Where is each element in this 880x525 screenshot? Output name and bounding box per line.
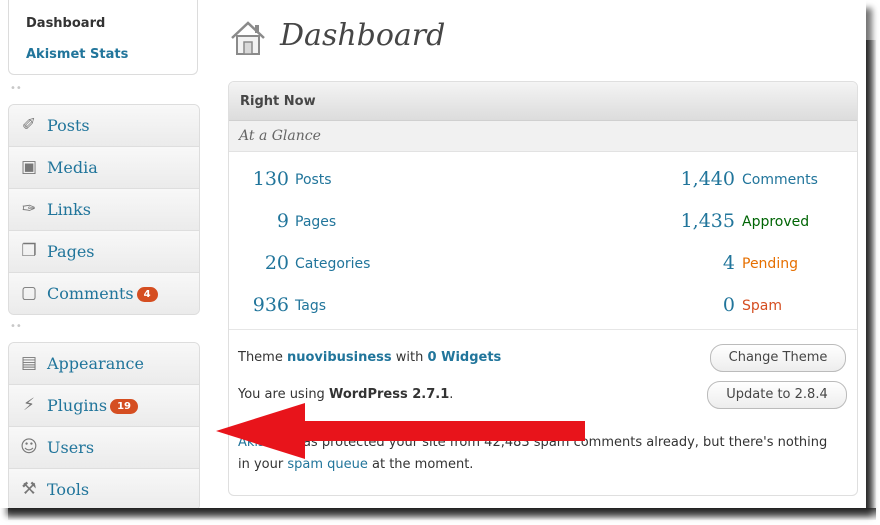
comment-icon: ▢: [20, 283, 38, 303]
submenu-item-dashboard[interactable]: Dashboard: [26, 16, 105, 31]
posts-count[interactable]: 130: [229, 168, 289, 190]
sidebar-item-comments[interactable]: ▢ Comments 4: [9, 273, 199, 314]
submenu-item-akismet-stats[interactable]: Akismet Stats: [26, 47, 128, 62]
at-a-glance-label: At a Glance: [239, 128, 321, 144]
pending-count[interactable]: 4: [609, 252, 735, 274]
dashboard-submenu: Dashboard Akismet Stats: [8, 0, 198, 75]
stats-row: 20 Categories 4 Pending: [229, 244, 857, 286]
red-arrow-annotation: [216, 403, 585, 459]
media-icon: ▣: [20, 157, 38, 177]
admin-frame: Dashboard Akismet Stats •• ✐ Posts ▣ Med…: [0, 0, 866, 508]
home-icon: [231, 21, 265, 55]
widget-divider: [229, 329, 857, 330]
sidebar-item-posts[interactable]: ✐ Posts: [9, 105, 199, 147]
comments-count-badge: 4: [136, 287, 158, 302]
sidebar-item-label: Comments 4: [47, 284, 158, 303]
sidebar-item-label: Users: [47, 438, 95, 457]
sidebar-item-label: Appearance: [47, 354, 144, 373]
frame-shadow-bottom: [8, 508, 876, 520]
admin-sidebar: Dashboard Akismet Stats •• ✐ Posts ▣ Med…: [0, 0, 200, 508]
pending-link[interactable]: Pending: [742, 256, 798, 272]
approved-link[interactable]: Approved: [742, 214, 809, 230]
sidebar-item-appearance[interactable]: ▤ Appearance: [9, 343, 199, 385]
pages-link[interactable]: Pages: [295, 214, 336, 230]
plugins-label: Plugins: [47, 396, 108, 415]
categories-link[interactable]: Categories: [295, 256, 370, 272]
comments-label: Comments: [47, 284, 134, 303]
sidebar-item-pages[interactable]: ❐ Pages: [9, 231, 199, 273]
tools-icon: ⚒: [21, 479, 37, 499]
stats-row: 936 Tags 0 Spam: [229, 286, 857, 328]
widget-title: Right Now: [240, 94, 316, 109]
spam-count[interactable]: 0: [609, 294, 735, 316]
at-a-glance-bar: At a Glance: [229, 121, 857, 152]
stats-row: 130 Posts 1,440 Comments: [229, 160, 857, 202]
appearance-icon: ▤: [20, 353, 38, 373]
page-title: Dashboard: [280, 18, 446, 53]
tags-count[interactable]: 936: [229, 294, 289, 316]
plugin-icon: ⚡: [23, 395, 35, 415]
menu-separator-icon[interactable]: ••: [10, 322, 22, 332]
theme-with-text: with: [391, 350, 428, 365]
comments-link[interactable]: Comments: [742, 172, 818, 188]
posts-link[interactable]: Posts: [295, 172, 332, 188]
menu-group-admin: ▤ Appearance ⚡ Plugins 19 ☺ Users ⚒ Tools: [8, 342, 200, 508]
sidebar-item-plugins[interactable]: ⚡ Plugins 19: [9, 385, 199, 427]
link-icon: ✑: [21, 199, 37, 219]
comments-count[interactable]: 1,440: [609, 168, 735, 190]
plugins-count-badge: 19: [110, 399, 138, 414]
frame-shadow-right: [866, 40, 876, 518]
theme-name-link[interactable]: nuovibusiness: [287, 350, 392, 365]
spam-link[interactable]: Spam: [742, 298, 782, 314]
sidebar-item-label: Posts: [47, 116, 90, 135]
sidebar-item-label: Pages: [47, 242, 95, 261]
stats-row: 9 Pages 1,435 Approved: [229, 202, 857, 244]
sidebar-item-label: Plugins 19: [47, 396, 138, 415]
categories-count[interactable]: 20: [229, 252, 289, 274]
widget-header[interactable]: Right Now: [229, 82, 857, 121]
pages-count[interactable]: 9: [229, 210, 289, 232]
update-button[interactable]: Update to 2.8.4: [707, 381, 847, 409]
menu-group-content: ✐ Posts ▣ Media ✑ Links ❐ Pages ▢ Commen…: [8, 104, 200, 315]
theme-prefix: Theme: [238, 350, 287, 365]
pushpin-icon: ✐: [21, 115, 37, 135]
sidebar-item-users[interactable]: ☺ Users: [9, 427, 199, 469]
sidebar-item-label: Links: [47, 200, 91, 219]
sidebar-item-tools[interactable]: ⚒ Tools: [9, 469, 199, 508]
change-theme-button[interactable]: Change Theme: [710, 344, 846, 372]
sidebar-item-label: Media: [47, 158, 98, 177]
tags-link[interactable]: Tags: [295, 298, 326, 314]
users-icon: ☺: [20, 437, 38, 457]
sidebar-item-media[interactable]: ▣ Media: [9, 147, 199, 189]
menu-separator-icon[interactable]: ••: [10, 84, 22, 94]
theme-info: Theme nuovibusiness with 0 Widgets: [238, 350, 501, 365]
approved-count[interactable]: 1,435: [609, 210, 735, 232]
sidebar-item-label: Tools: [47, 480, 90, 499]
sidebar-item-links[interactable]: ✑ Links: [9, 189, 199, 231]
widgets-link[interactable]: 0 Widgets: [428, 350, 502, 365]
pages-icon: ❐: [21, 241, 37, 261]
